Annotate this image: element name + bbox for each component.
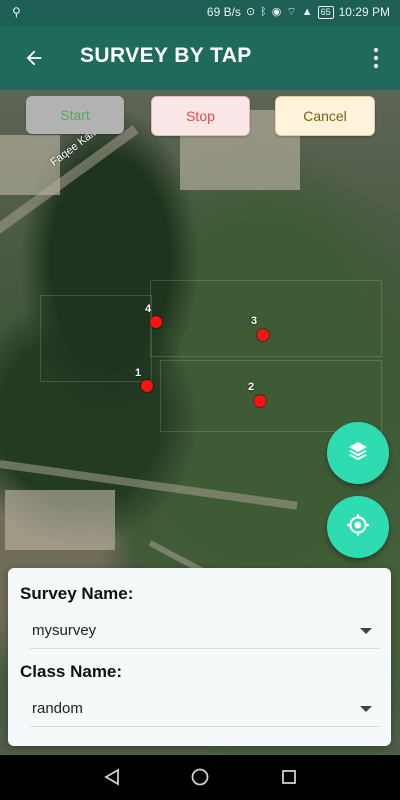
start-button[interactable]: Start bbox=[26, 96, 124, 134]
survey-point-2[interactable] bbox=[254, 395, 266, 407]
battery-icon: 65 bbox=[317, 5, 334, 19]
status-bar: ⚲ 69 B/s ⊙ ᛒ ◉ ⌔ ▲ 65 10:29 PM bbox=[0, 0, 400, 26]
survey-point-3[interactable] bbox=[257, 329, 269, 341]
dropdown-caret-icon bbox=[360, 706, 372, 712]
layers-icon bbox=[346, 439, 370, 468]
eye-icon: ◉ bbox=[271, 6, 282, 18]
recents-nav-icon[interactable] bbox=[275, 765, 303, 789]
usb-icon: ⚲ bbox=[12, 5, 21, 19]
dropdown-caret-icon bbox=[360, 628, 372, 634]
home-nav-icon[interactable] bbox=[186, 765, 214, 789]
page-title: SURVEY BY TAP bbox=[80, 44, 252, 67]
bluetooth-icon: ᛒ bbox=[260, 6, 267, 18]
building-cluster-bottom bbox=[5, 490, 115, 550]
system-nav-bar bbox=[0, 755, 400, 800]
field-2 bbox=[160, 360, 382, 432]
building-cluster-left bbox=[0, 135, 60, 195]
location-icon: ⊙ bbox=[245, 6, 256, 18]
point-label-4: 4 bbox=[145, 303, 152, 315]
my-location-icon bbox=[345, 512, 371, 543]
point-label-2: 2 bbox=[248, 381, 255, 393]
wifi-icon: ⌔ bbox=[286, 6, 297, 18]
stop-button[interactable]: Stop bbox=[151, 96, 250, 136]
point-label-3: 3 bbox=[251, 315, 258, 327]
network-speed: 69 B/s bbox=[206, 5, 241, 19]
field-1 bbox=[150, 280, 382, 357]
class-name-value: random bbox=[32, 700, 83, 717]
point-label-1: 1 bbox=[135, 367, 142, 379]
survey-form-panel: Survey Name: mysurvey Class Name: random bbox=[8, 568, 391, 746]
class-name-dropdown[interactable]: random bbox=[30, 692, 380, 727]
app-bar: SURVEY BY TAP bbox=[0, 26, 400, 90]
signal-icon: ▲ bbox=[301, 6, 313, 18]
back-arrow-icon[interactable] bbox=[18, 42, 50, 74]
layers-button[interactable] bbox=[327, 422, 389, 484]
status-right: 69 B/s ⊙ ᛒ ◉ ⌔ ▲ 65 10:29 PM bbox=[207, 5, 390, 19]
survey-name-value: mysurvey bbox=[32, 622, 97, 639]
survey-name-dropdown[interactable]: mysurvey bbox=[30, 614, 380, 649]
my-location-button[interactable] bbox=[327, 496, 389, 558]
survey-point-1[interactable] bbox=[141, 380, 153, 392]
back-nav-icon[interactable] bbox=[98, 765, 126, 789]
cancel-button[interactable]: Cancel bbox=[275, 96, 375, 136]
more-vert-icon[interactable] bbox=[368, 42, 384, 74]
survey-point-4[interactable] bbox=[150, 316, 162, 328]
clock: 10:29 PM bbox=[338, 5, 390, 19]
class-name-label: Class Name: bbox=[20, 662, 123, 681]
survey-name-label: Survey Name: bbox=[20, 584, 134, 603]
